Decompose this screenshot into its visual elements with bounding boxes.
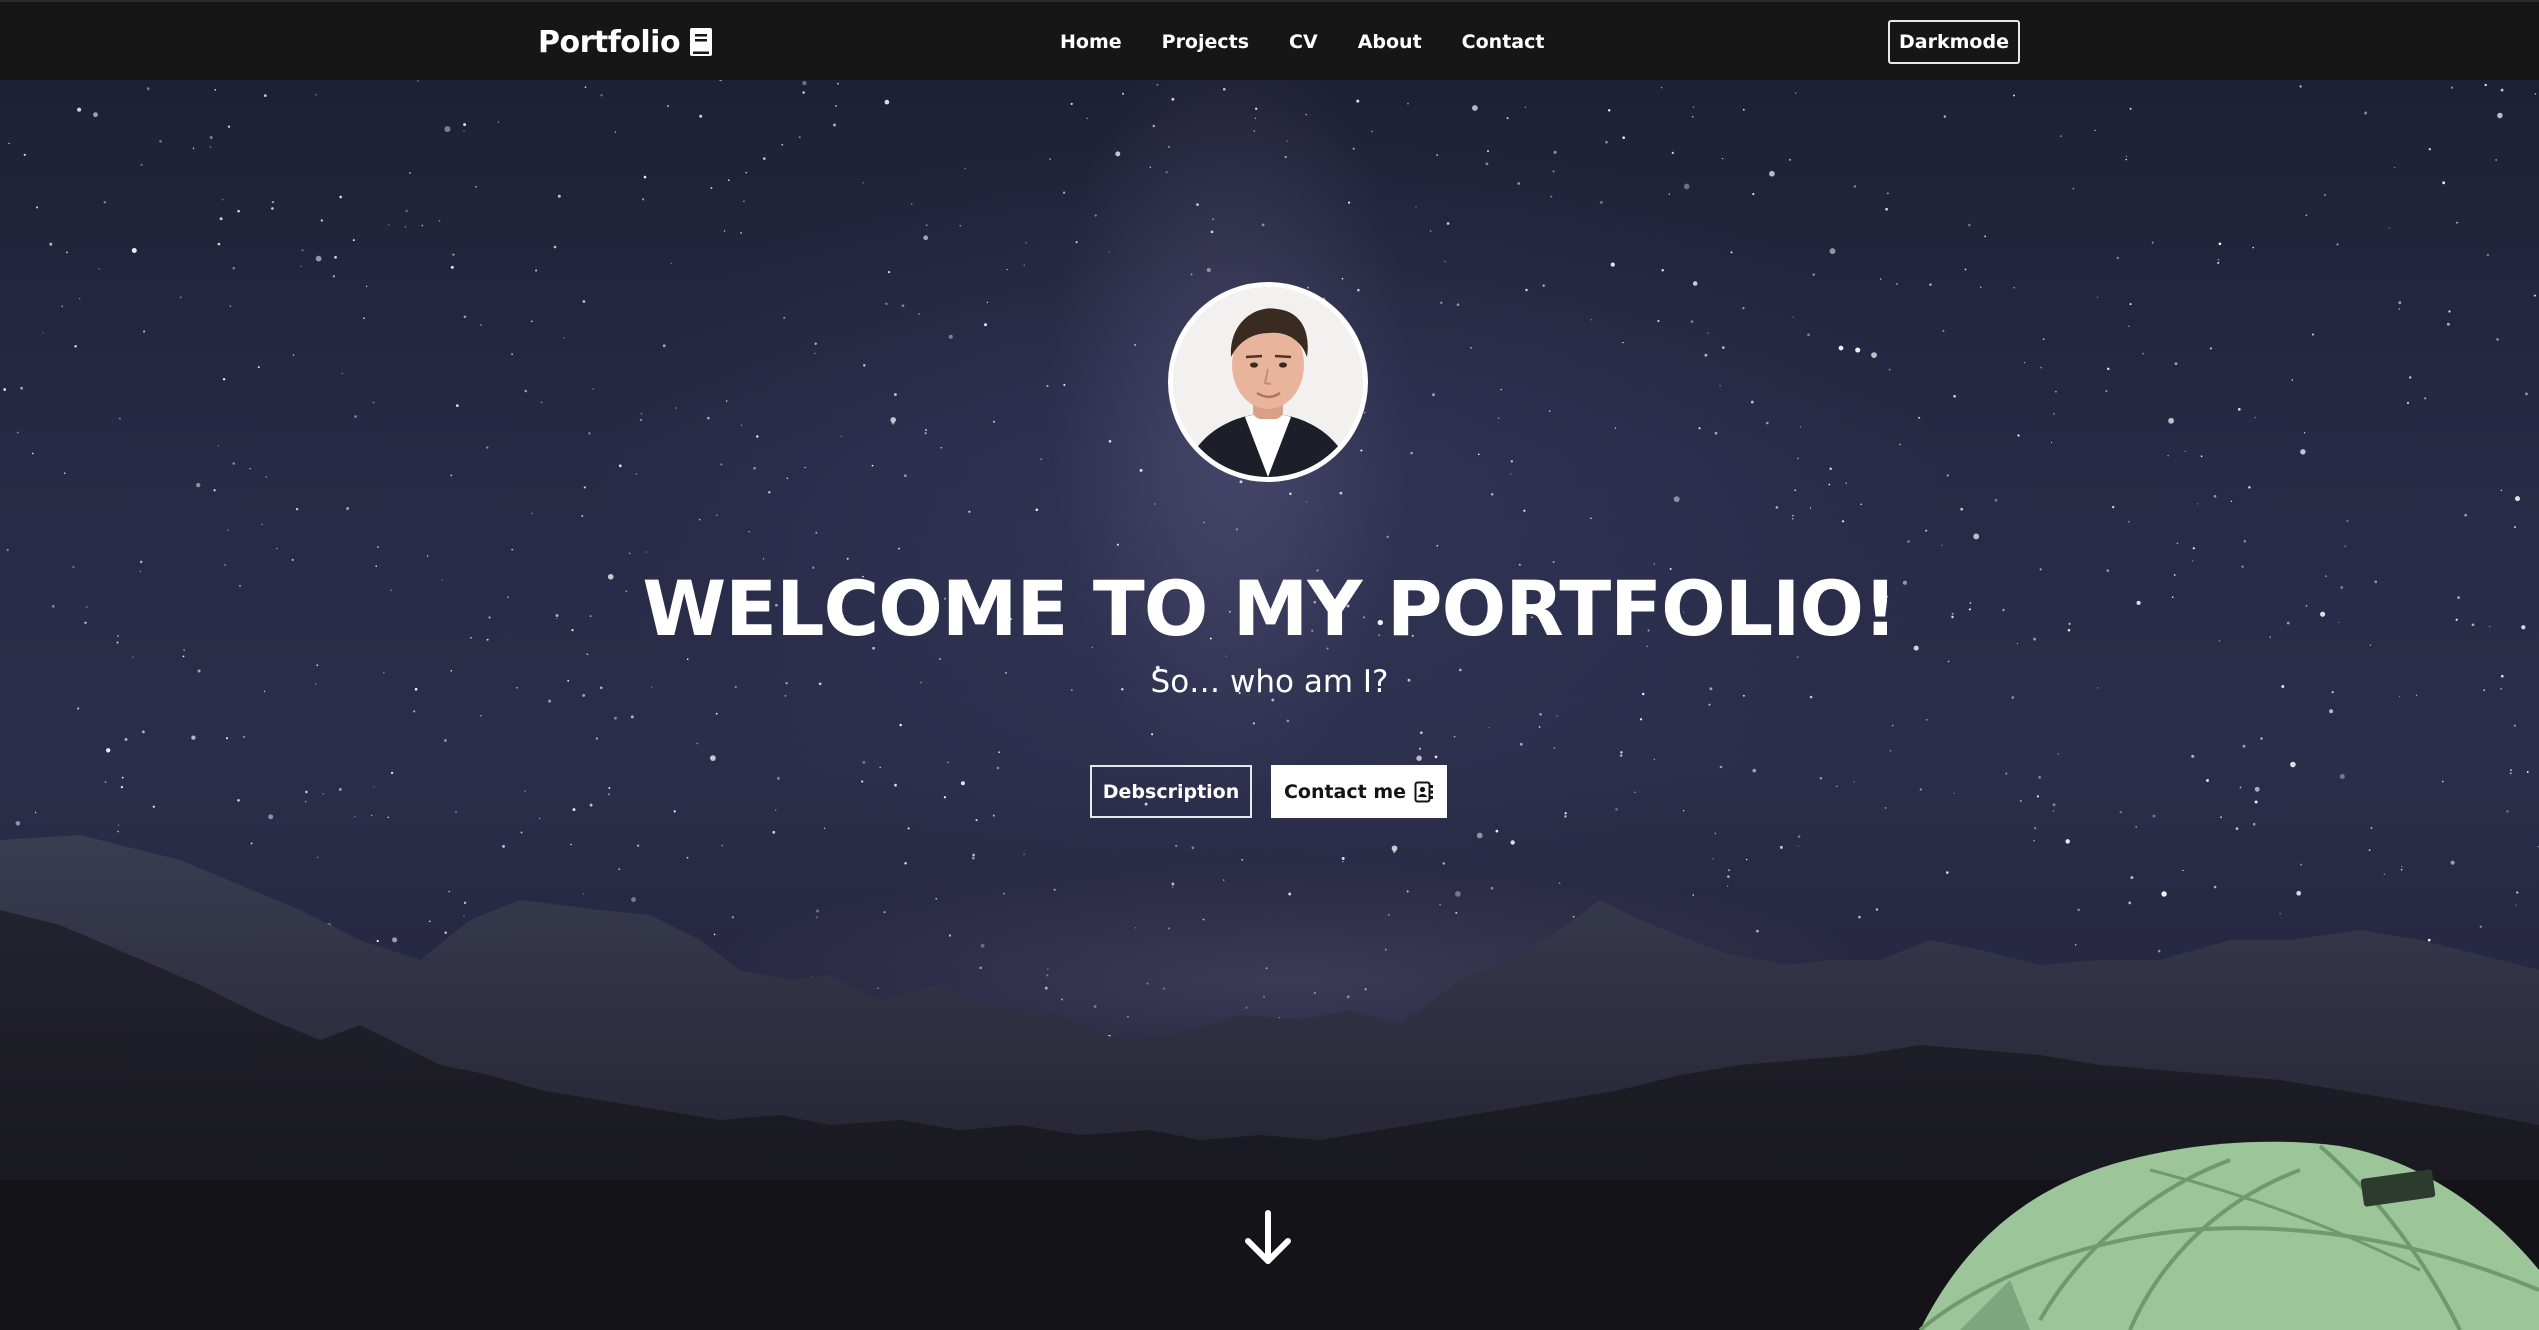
- tent-illustration: [1918, 1141, 2539, 1330]
- hero-section: WELCOME TO MY PORTFOLIO! So… who am I? D…: [0, 80, 2539, 1330]
- brand-name: Portfolio: [538, 24, 681, 60]
- page: Portfolio Home Projects CV About Contact…: [0, 0, 2539, 1330]
- hero-subtitle: So… who am I?: [1150, 664, 1389, 700]
- arrow-down-icon[interactable]: [1240, 1206, 1296, 1270]
- navbar: Portfolio Home Projects CV About Contact…: [0, 0, 2539, 80]
- hero-title: WELCOME TO MY PORTFOLIO!: [642, 564, 1897, 653]
- contact-me-button[interactable]: Contact me: [1271, 765, 1447, 818]
- nav-link-home[interactable]: Home: [1040, 31, 1142, 53]
- nav-links: Home Projects CV About Contact: [1040, 2, 1564, 82]
- nav-link-about[interactable]: About: [1338, 31, 1442, 53]
- nav-link-contact[interactable]: Contact: [1442, 31, 1565, 53]
- profile-photo: [1173, 287, 1363, 477]
- description-button[interactable]: Debscription: [1090, 765, 1252, 818]
- contact-card-icon: [1414, 781, 1434, 803]
- contact-me-label: Contact me: [1283, 780, 1407, 803]
- nav-link-cv[interactable]: CV: [1269, 31, 1338, 53]
- darkmode-button[interactable]: Darkmode: [1888, 20, 2020, 64]
- book-icon: [688, 27, 714, 57]
- nav-link-projects[interactable]: Projects: [1142, 31, 1269, 53]
- avatar: [1168, 282, 1368, 482]
- brand-link[interactable]: Portfolio: [538, 20, 714, 64]
